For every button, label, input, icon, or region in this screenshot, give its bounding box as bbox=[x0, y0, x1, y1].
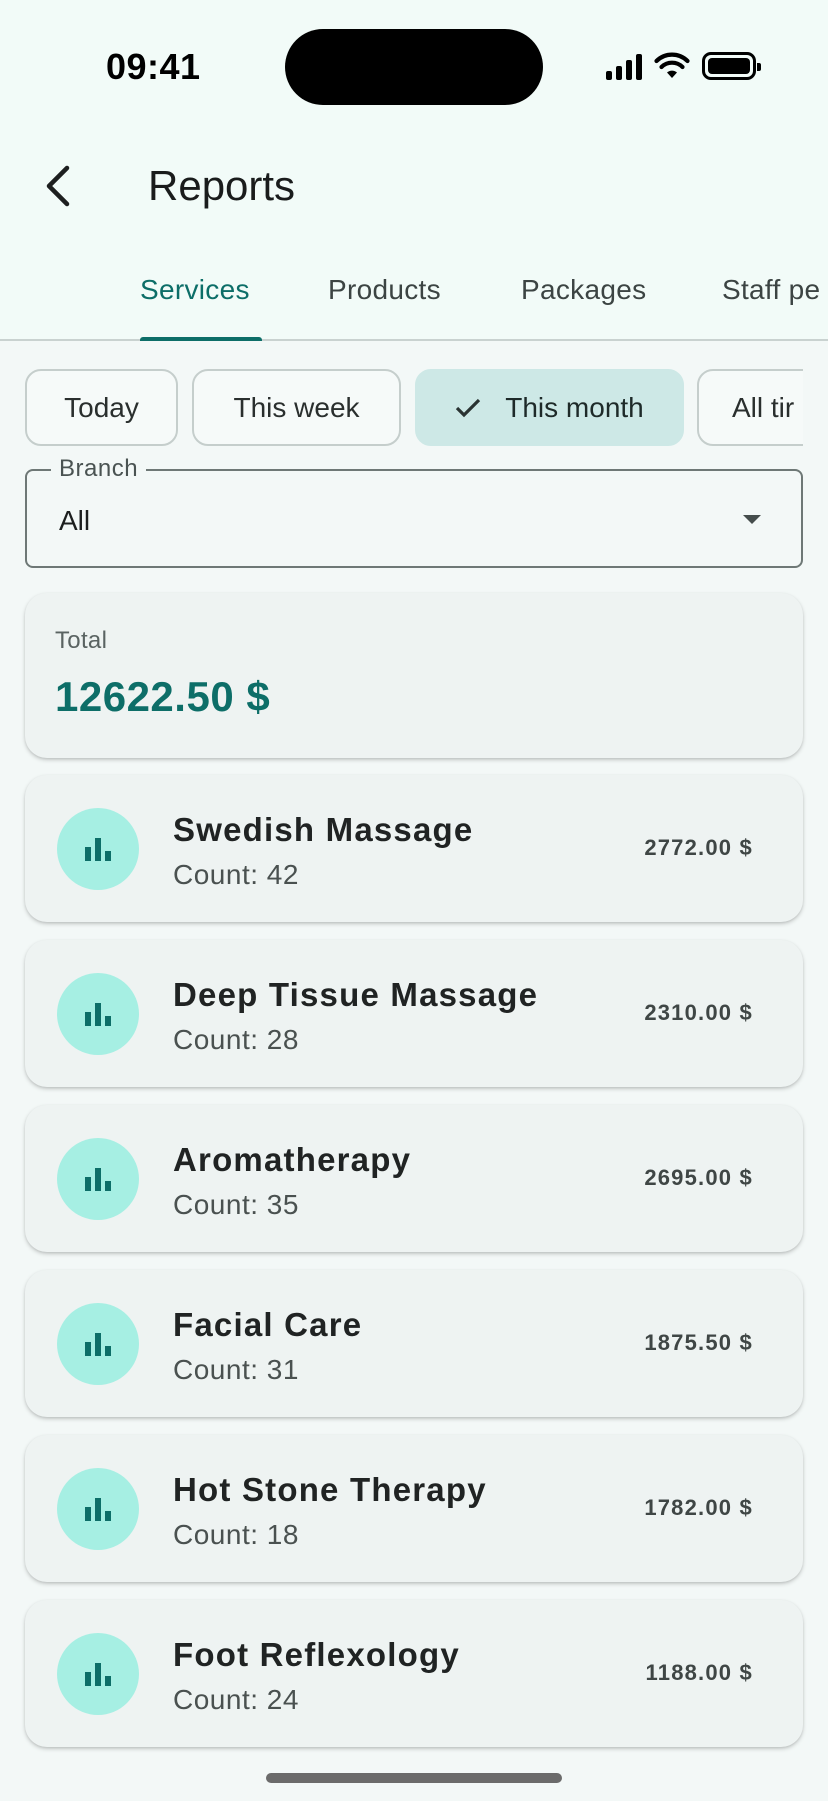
service-amount: 1782.00 $ bbox=[644, 1495, 753, 1520]
service-name: Foot Reflexology bbox=[173, 1636, 460, 1673]
service-name: Aromatherapy bbox=[173, 1141, 412, 1178]
wifi-icon bbox=[654, 52, 690, 78]
chip-label: This month bbox=[505, 391, 644, 423]
service-count: Count: 18 bbox=[173, 1519, 299, 1550]
branch-label: Branch bbox=[51, 455, 147, 483]
bar-chart-icon bbox=[57, 1303, 139, 1385]
bar-chart-icon bbox=[57, 1633, 139, 1715]
tab-packages[interactable]: Packages bbox=[521, 274, 646, 306]
total-card: Total 12622.50 $ bbox=[25, 593, 803, 758]
service-name: Hot Stone Therapy bbox=[173, 1471, 487, 1508]
filter-chip-today[interactable]: Today bbox=[25, 369, 178, 446]
status-bar: 09:41 bbox=[0, 0, 828, 132]
status-icons bbox=[606, 52, 761, 80]
service-count: Count: 28 bbox=[173, 1024, 299, 1055]
total-label: Total bbox=[55, 627, 108, 654]
service-name: Deep Tissue Massage bbox=[173, 976, 539, 1013]
date-filter-chips: Today This week This month All tir bbox=[25, 369, 803, 447]
branch-dropdown[interactable]: Branch All bbox=[25, 455, 803, 568]
chip-label: This week bbox=[233, 391, 360, 423]
arrow-drop-down-icon bbox=[743, 515, 761, 524]
chevron-left-icon bbox=[46, 165, 70, 207]
service-amount: 1188.00 $ bbox=[645, 1660, 753, 1685]
service-count: Count: 35 bbox=[173, 1189, 299, 1220]
total-value: 12622.50 $ bbox=[55, 673, 271, 720]
service-count: Count: 42 bbox=[173, 859, 299, 890]
service-amount: 1875.50 $ bbox=[644, 1330, 753, 1355]
back-button[interactable] bbox=[28, 156, 88, 216]
active-tab-indicator bbox=[140, 337, 262, 341]
check-icon bbox=[455, 397, 481, 419]
service-item[interactable]: Foot Reflexology Count: 24 1188.00 $ bbox=[25, 1600, 803, 1747]
service-item[interactable]: Swedish Massage Count: 42 2772.00 $ bbox=[25, 775, 803, 922]
bar-chart-icon bbox=[57, 1138, 139, 1220]
cellular-signal-icon bbox=[606, 52, 642, 80]
bar-chart-icon bbox=[57, 808, 139, 890]
service-item[interactable]: Facial Care Count: 31 1875.50 $ bbox=[25, 1270, 803, 1417]
status-time: 09:41 bbox=[106, 46, 201, 87]
dynamic-island bbox=[285, 29, 543, 105]
battery-icon bbox=[702, 52, 761, 80]
service-amount: 2772.00 $ bbox=[644, 835, 753, 860]
report-tabs: Services Products Packages Staff pe bbox=[0, 262, 828, 341]
filter-chip-this-month[interactable]: This month bbox=[415, 369, 684, 446]
service-name: Facial Care bbox=[173, 1306, 363, 1343]
bar-chart-icon bbox=[57, 973, 139, 1055]
page-title: Reports bbox=[148, 162, 296, 209]
filter-chip-all-time[interactable]: All tir bbox=[697, 369, 803, 446]
service-name: Swedish Massage bbox=[173, 811, 474, 848]
chip-label: All tir bbox=[732, 391, 795, 423]
tab-services[interactable]: Services bbox=[140, 274, 250, 306]
service-item[interactable]: Hot Stone Therapy Count: 18 1782.00 $ bbox=[25, 1435, 803, 1582]
branch-value: All bbox=[59, 505, 91, 536]
tab-products[interactable]: Products bbox=[328, 274, 441, 306]
service-count: Count: 31 bbox=[173, 1354, 299, 1385]
service-amount: 2695.00 $ bbox=[644, 1165, 753, 1190]
chip-label: Today bbox=[64, 391, 139, 423]
service-count: Count: 24 bbox=[173, 1684, 299, 1715]
home-indicator[interactable] bbox=[266, 1773, 562, 1783]
bar-chart-icon bbox=[57, 1468, 139, 1550]
tab-staff-performance[interactable]: Staff pe bbox=[722, 274, 820, 306]
service-item[interactable]: Deep Tissue Massage Count: 28 2310.00 $ bbox=[25, 940, 803, 1087]
header-area: 09:41 Reports Services Products Packages… bbox=[0, 0, 828, 341]
app-bar: Reports bbox=[0, 150, 828, 222]
filter-chip-this-week[interactable]: This week bbox=[192, 369, 401, 446]
service-item[interactable]: Aromatherapy Count: 35 2695.00 $ bbox=[25, 1105, 803, 1252]
service-amount: 2310.00 $ bbox=[644, 1000, 753, 1025]
